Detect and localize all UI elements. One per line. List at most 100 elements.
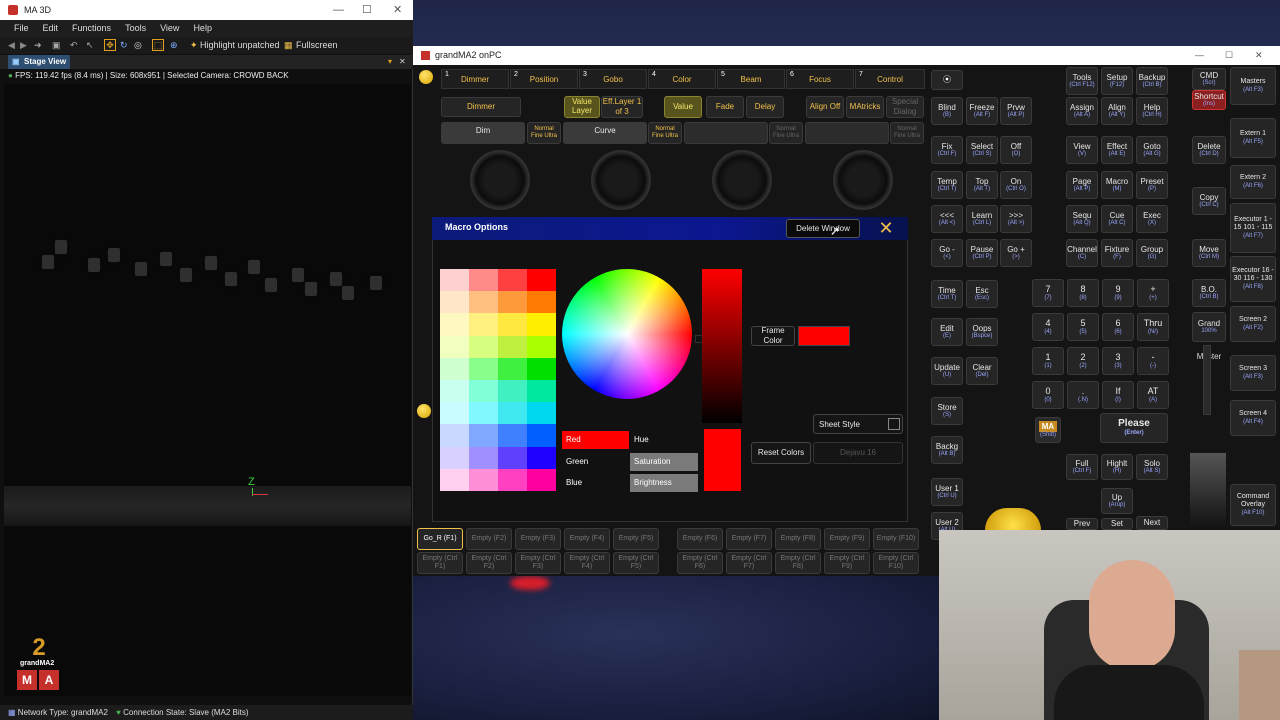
zoom-icon[interactable]: ⊕ [170, 37, 178, 54]
fn-key-15[interactable]: Channel (C) [1066, 239, 1098, 267]
tab-position[interactable]: 2 Position [510, 69, 578, 89]
dropdown-icon[interactable]: ▾ [388, 55, 392, 69]
forward-icon[interactable]: ▶ [20, 37, 27, 54]
key2-1[interactable]: Select (Ctrl S) [966, 136, 998, 164]
key3-2[interactable]: On (Ctrl O) [1000, 171, 1032, 199]
grand-master-fader[interactable] [1203, 345, 1211, 415]
executor-button[interactable]: Empty (Ctrl F1) [417, 552, 463, 574]
font-selector[interactable]: Dejavu 16 [813, 442, 903, 464]
tab-gobo[interactable]: 3 Gobo [579, 69, 647, 89]
executor-button[interactable]: Go_R (F1) [417, 528, 463, 550]
highlight-unpatched-button[interactable]: Highlight unpatched [200, 37, 280, 54]
screen-key-2[interactable]: Extern 2 (Alt F6) [1230, 165, 1276, 199]
menu-view[interactable]: View [160, 20, 179, 37]
fn-key-9[interactable]: Page (Alt P) [1066, 171, 1098, 199]
highlt-key[interactable]: Highlt (H) [1101, 454, 1133, 480]
please-key[interactable]: Please (Enter) [1100, 413, 1168, 443]
color-swatch-grid[interactable] [440, 269, 556, 491]
num-key-1[interactable]: 8 (8) [1067, 279, 1099, 307]
fn-key-14[interactable]: Exec (X) [1136, 205, 1168, 233]
select-icon[interactable]: ⬚ [152, 39, 164, 51]
fullscreen-button[interactable]: Fullscreen [296, 37, 338, 54]
brightness-channel[interactable]: Brightness [630, 474, 698, 492]
num-key-12[interactable]: 0 (0) [1032, 381, 1064, 409]
num-key-14[interactable]: If (I) [1102, 381, 1134, 409]
up-key[interactable]: Up (Arup) [1101, 488, 1133, 514]
onpc-maximize-icon[interactable]: ☐ [1225, 46, 1233, 65]
tab-focus[interactable]: 6 Focus [786, 69, 854, 89]
shortcut-key[interactable]: Shortcut (Ins) [1192, 90, 1226, 110]
screen-key-6[interactable]: Screen 3 (Alt F3) [1230, 355, 1276, 391]
fn-key-10[interactable]: Macro (M) [1101, 171, 1133, 199]
key-5[interactable]: Time (Ctrl T) [931, 280, 963, 308]
encoder4-mode[interactable]: Normal Fine Ultra [890, 122, 924, 144]
fn-key-6[interactable]: View (V) [1066, 136, 1098, 164]
key2-3[interactable]: Learn (Ctrl L) [966, 205, 998, 233]
key-9[interactable]: Backg (Alt B) [931, 436, 963, 464]
fixture[interactable] [205, 256, 217, 270]
key-7[interactable]: Update (U) [931, 357, 963, 385]
encoder4-label[interactable] [805, 122, 889, 144]
executor-button[interactable]: Empty (Ctrl F3) [515, 552, 561, 574]
gear-icon[interactable]: ⦿ [931, 70, 963, 90]
num-key-7[interactable]: Thru (N/) [1137, 313, 1169, 341]
screen-key-3[interactable]: Executor 1 - 15 101 - 115 (Alt F7) [1230, 203, 1276, 253]
screen-key-7[interactable]: Screen 4 (Alt F4) [1230, 400, 1276, 436]
tab-beam[interactable]: 5 Beam [717, 69, 785, 89]
undo-icon[interactable]: ↶ [70, 37, 78, 54]
encoder-knob-3[interactable] [712, 150, 772, 210]
maximize-icon[interactable]: ☐ [362, 0, 372, 20]
panel-close-icon[interactable]: ✕ [399, 55, 406, 69]
green-channel[interactable]: Green [562, 453, 629, 471]
executor-button[interactable]: Empty (F5) [613, 528, 659, 550]
key2-6[interactable]: Oops (Bspce) [966, 318, 998, 346]
encoder3-label[interactable] [684, 122, 768, 144]
screen-key-1[interactable]: Extern 1 (Alt F5) [1230, 118, 1276, 158]
fixture[interactable] [305, 282, 317, 296]
fn-key-3[interactable]: Assign (Alt A) [1066, 97, 1098, 125]
executor-button[interactable]: Empty (F7) [726, 528, 772, 550]
key2-5[interactable]: Esc (Esc) [966, 280, 998, 308]
tab-dimmer[interactable]: 1 Dimmer [441, 69, 509, 89]
stage-view-tab[interactable]: ▣ Stage View [8, 55, 70, 69]
solo-key[interactable]: Solo (Alt S) [1136, 454, 1168, 480]
fixture[interactable] [330, 272, 342, 286]
dimmer-feature-button[interactable]: Dimmer [441, 97, 521, 117]
fn-key-11[interactable]: Preset (P) [1136, 171, 1168, 199]
num-key-0[interactable]: 7 (7) [1032, 279, 1064, 307]
fn-key-12[interactable]: Sequ (Alt Q) [1066, 205, 1098, 233]
fixture[interactable] [135, 262, 147, 276]
save-icon[interactable]: ▣ [52, 37, 61, 54]
prev-key[interactable]: Prev [1066, 518, 1098, 530]
set-key[interactable]: Set [1101, 518, 1133, 530]
key2-0[interactable]: Freeze (Alt F) [966, 97, 998, 125]
target-icon[interactable]: ◎ [134, 37, 142, 54]
sheet-style-checkbox[interactable] [888, 418, 900, 430]
executor-button[interactable]: Empty (Ctrl F7) [726, 552, 772, 574]
executor-button[interactable]: Empty (F10) [873, 528, 919, 550]
num-key-11[interactable]: - (-) [1137, 347, 1169, 375]
arrow-icon[interactable]: ➜ [34, 37, 42, 54]
fixture[interactable] [248, 260, 260, 274]
key-4[interactable]: Go - (<) [931, 239, 963, 267]
ma-key[interactable]: MA (Shift) [1035, 417, 1061, 443]
executor-button[interactable]: Empty (F4) [564, 528, 610, 550]
hue-channel[interactable]: Hue [630, 431, 698, 449]
key3-1[interactable]: Off (O) [1000, 136, 1032, 164]
reset-colors-button[interactable]: Reset Colors [751, 442, 811, 464]
num-key-5[interactable]: 5 (5) [1067, 313, 1099, 341]
menu-file[interactable]: File [14, 20, 29, 37]
fixture[interactable] [342, 286, 354, 300]
minimize-icon[interactable]: — [333, 0, 344, 20]
frame-color-label[interactable]: Frame Color [751, 326, 795, 346]
executor-button[interactable]: Empty (F2) [466, 528, 512, 550]
num-key-8[interactable]: 1 (1) [1032, 347, 1064, 375]
encoder-knob-1[interactable] [470, 150, 530, 210]
pointer-icon[interactable]: ↖ [86, 37, 94, 54]
value-button[interactable]: Value [664, 96, 702, 118]
move-icon[interactable]: ✥ [104, 39, 116, 51]
stage-canvas[interactable] [4, 84, 411, 696]
num-key-6[interactable]: 6 (6) [1102, 313, 1134, 341]
encoder2-label[interactable]: Curve [563, 122, 647, 144]
color-wheel[interactable] [562, 269, 692, 399]
